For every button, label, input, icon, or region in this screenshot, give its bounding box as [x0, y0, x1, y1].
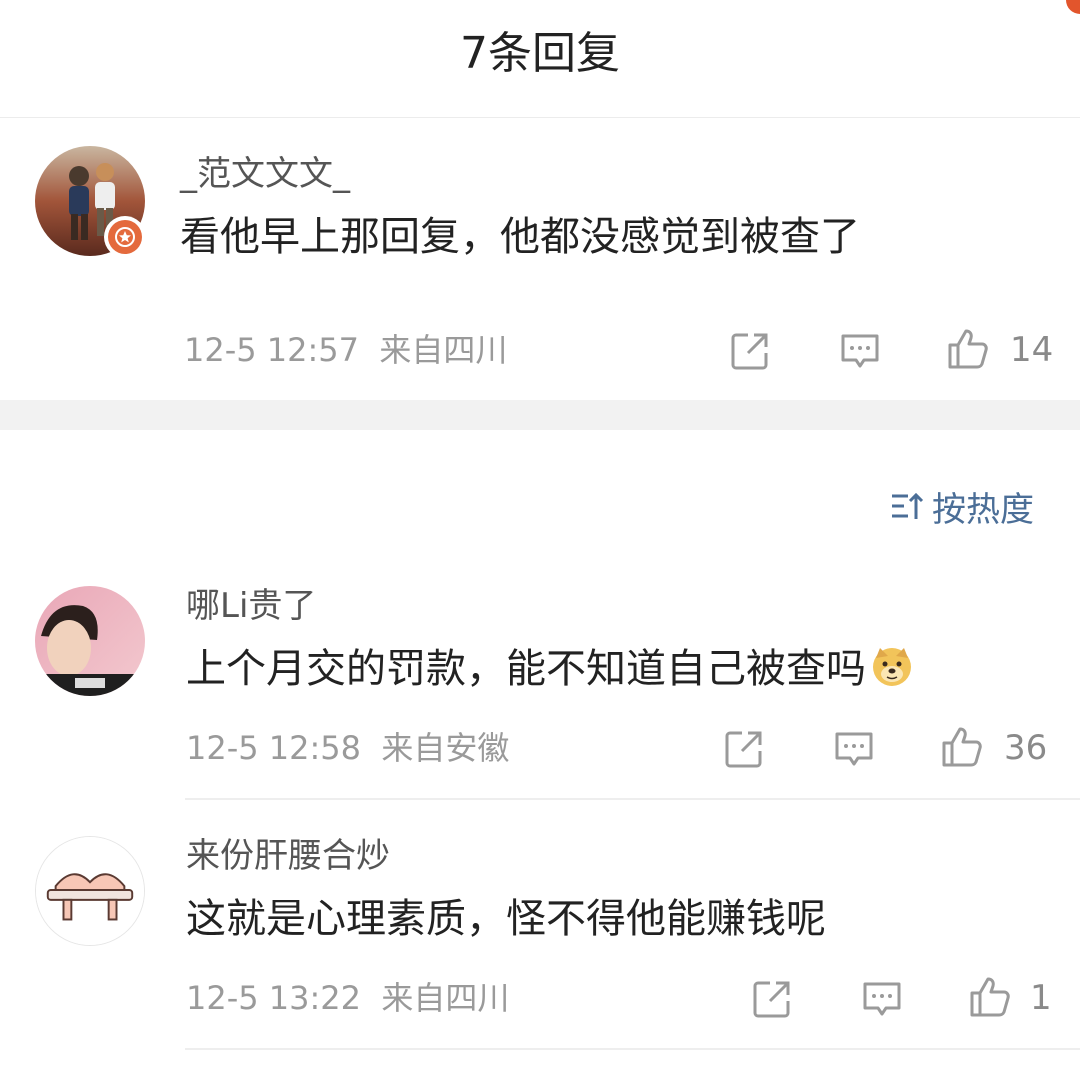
username[interactable]: 来份肝腰合炒	[186, 834, 390, 878]
share-icon[interactable]	[750, 977, 794, 1021]
comment-icon[interactable]	[838, 329, 882, 373]
comment-icon[interactable]	[832, 727, 876, 771]
comment-meta: 12-5 12:57 来自四川	[184, 328, 507, 372]
avatar[interactable]	[35, 586, 145, 696]
location: 来自安徽	[381, 729, 510, 767]
comment-text-body: 上个月交的罚款，能不知道自己被查吗	[186, 646, 866, 692]
comment-meta: 12-5 12:58 来自安徽	[186, 726, 509, 770]
sort-icon	[892, 492, 924, 519]
sort-button[interactable]: 按热度	[890, 484, 1034, 530]
close-dot-icon[interactable]	[1066, 0, 1080, 14]
share-icon[interactable]	[728, 329, 772, 373]
like-icon[interactable]	[968, 975, 1012, 1019]
location: 来自四川	[381, 979, 510, 1017]
username[interactable]: 哪Li贵了	[186, 584, 316, 628]
timestamp: 12-5 12:57	[184, 331, 360, 369]
divider	[185, 1048, 1080, 1050]
comment-text: 这就是心理素质，怪不得他能赚钱呢	[186, 896, 826, 942]
share-icon[interactable]	[722, 727, 766, 771]
section-separator	[0, 400, 1080, 430]
avatar[interactable]	[35, 836, 145, 946]
timestamp: 12-5 13:22	[186, 979, 362, 1017]
like-count: 36	[1004, 728, 1048, 768]
timestamp: 12-5 12:58	[186, 729, 362, 767]
star-badge-icon	[104, 216, 146, 258]
username[interactable]: _范文文文_	[180, 152, 350, 196]
page-title: 7条回复	[460, 28, 620, 79]
comment-text: 上个月交的罚款，能不知道自己被查吗	[186, 642, 914, 696]
replies-header: 7条回复	[0, 0, 1080, 118]
doge-emoji-icon	[873, 648, 911, 686]
divider	[185, 798, 1080, 800]
location: 来自四川	[379, 331, 508, 369]
like-icon[interactable]	[946, 327, 990, 371]
like-icon[interactable]	[940, 725, 984, 769]
comment-text: 看他早上那回复，他都没感觉到被查了	[180, 214, 860, 260]
like-count: 14	[1010, 330, 1054, 370]
sort-label: 按热度	[932, 489, 1034, 530]
comment-meta: 12-5 13:22 来自四川	[186, 976, 509, 1020]
comment-icon[interactable]	[860, 977, 904, 1021]
like-count: 1	[1030, 978, 1052, 1018]
